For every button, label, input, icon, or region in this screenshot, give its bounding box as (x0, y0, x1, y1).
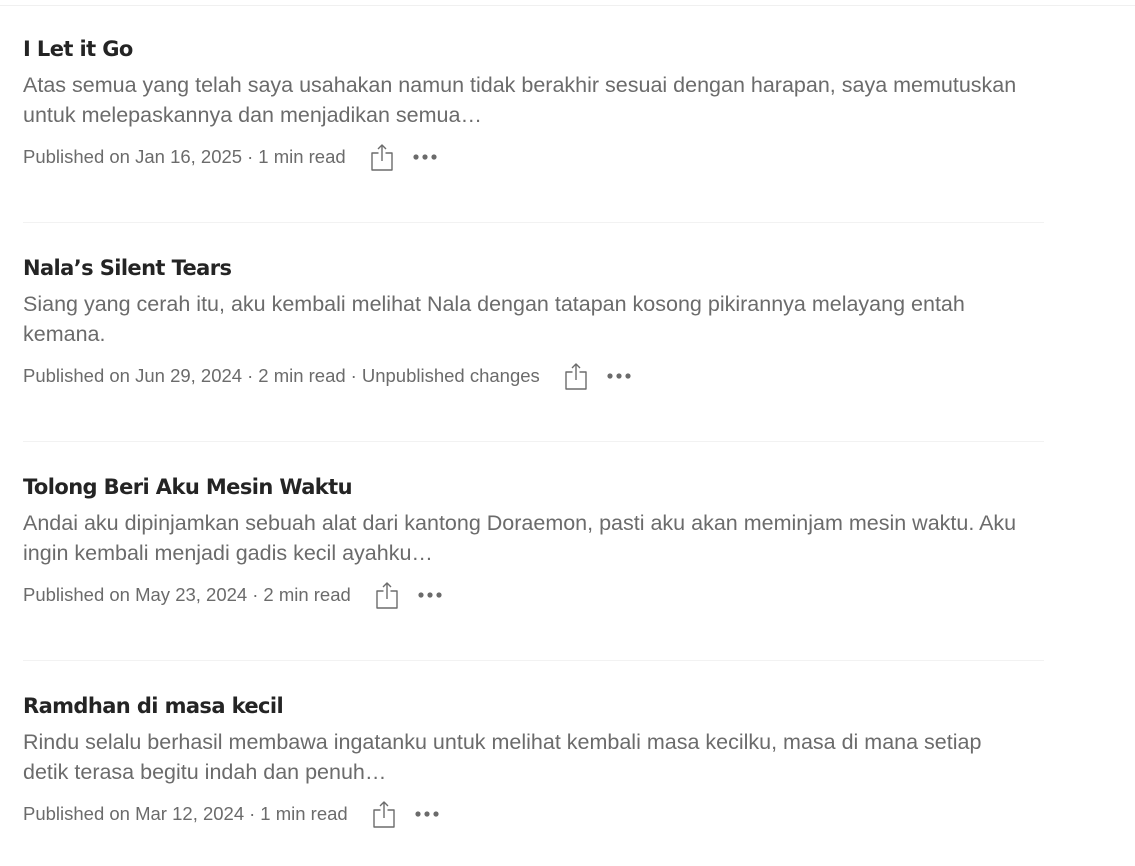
read-time: 1 min read (258, 146, 346, 167)
meta-separator: · (252, 584, 259, 605)
story-item: I Let it Go Atas semua yang telah saya u… (23, 36, 1044, 173)
share-button[interactable] (373, 579, 401, 611)
story-divider (23, 222, 1044, 223)
more-options-icon (415, 811, 439, 817)
story-list-page: I Let it Go Atas semua yang telah saya u… (0, 0, 1135, 866)
unpublished-changes-label: Unpublished changes (361, 365, 540, 386)
story-divider (23, 660, 1044, 661)
meta-separator: · (249, 803, 256, 824)
story-meta: Published on May 23, 2024 · 2 min read (23, 579, 1044, 611)
meta-separator: · (247, 146, 254, 167)
published-date: Published on Jan 16, 2025 (23, 146, 243, 167)
read-time: 1 min read (260, 803, 348, 824)
story-item: Tolong Beri Aku Mesin Waktu Andai aku di… (23, 474, 1044, 611)
story-meta: Published on Jun 29, 2024 · 2 min read ·… (23, 360, 1044, 392)
story-divider (23, 441, 1044, 442)
story-meta: Published on Jan 16, 2025 · 1 min read (23, 141, 1044, 173)
share-icon (373, 801, 395, 828)
story-item: Ramdhan di masa kecil Rindu selalu berha… (23, 693, 1044, 830)
share-icon (565, 363, 587, 390)
story-item: Nala’s Silent Tears Siang yang cerah itu… (23, 255, 1044, 392)
story-title[interactable]: Ramdhan di masa kecil (23, 693, 1044, 719)
more-options-icon (418, 592, 442, 598)
more-options-button[interactable] (604, 360, 634, 392)
published-date: Published on Mar 12, 2024 (23, 803, 245, 824)
share-icon (370, 144, 393, 171)
story-meta: Published on Mar 12, 2024 · 1 min read (23, 798, 1044, 830)
story-snippet[interactable]: Siang yang cerah itu, aku kembali meliha… (23, 289, 1023, 349)
read-time: 2 min read (263, 584, 351, 605)
published-date: Published on Jun 29, 2024 (23, 365, 243, 386)
story-title[interactable]: Tolong Beri Aku Mesin Waktu (23, 474, 1044, 500)
top-divider (0, 5, 1135, 6)
share-icon (376, 582, 398, 609)
story-snippet[interactable]: Atas semua yang telah saya usahakan namu… (23, 70, 1023, 130)
share-button[interactable] (370, 798, 398, 830)
share-button[interactable] (562, 360, 590, 392)
meta-separator: · (350, 365, 357, 386)
more-options-icon (607, 373, 631, 379)
meta-separator: · (247, 365, 254, 386)
more-options-button[interactable] (412, 798, 442, 830)
more-options-icon (413, 154, 437, 160)
read-time: 2 min read (258, 365, 346, 386)
story-snippet[interactable]: Rindu selalu berhasil membawa ingatanku … (23, 727, 1023, 787)
story-title[interactable]: Nala’s Silent Tears (23, 255, 1044, 281)
story-title[interactable]: I Let it Go (23, 36, 1044, 62)
share-button[interactable] (368, 141, 396, 173)
story-snippet[interactable]: Andai aku dipinjamkan sebuah alat dari k… (23, 508, 1023, 568)
more-options-button[interactable] (415, 579, 445, 611)
published-date: Published on May 23, 2024 (23, 584, 248, 605)
more-options-button[interactable] (410, 141, 440, 173)
